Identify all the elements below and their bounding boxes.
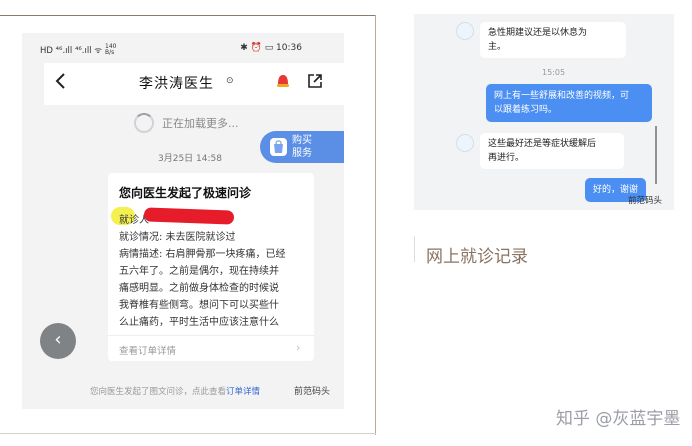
loading-spinner-icon <box>134 113 154 133</box>
status-left: HD ⁴⁶.ıll ⁴⁶.ıll ᯤ 140 B/s <box>40 44 116 56</box>
gift-bell-icon[interactable] <box>275 72 291 89</box>
chat-scrollbar[interactable] <box>655 126 657 184</box>
buy-service-line2: 服务 <box>292 148 312 159</box>
phone-screenshot: HD ⁴⁶.ıll ⁴⁶.ıll ᯤ 140 B/s ✱ ⏰ ▭ 10:36 李… <box>22 33 344 409</box>
doctor-title: 李洪涛医生 <box>139 76 214 92</box>
card-title: 您向医生发起了极速问诊 <box>119 186 252 200</box>
description-line-3: 痛感明显。之前做身体检查的时候说 <box>119 283 279 294</box>
status-right: ✱ ⏰ ▭ 10:36 <box>240 43 302 53</box>
incoming-message-1: 急性期建议还是以休息为 主。 <box>480 22 626 58</box>
back-arrow-icon[interactable] <box>54 72 74 92</box>
chevron-right-icon: › <box>296 341 301 354</box>
card-divider <box>108 335 314 336</box>
frame-bottom-line <box>0 433 376 434</box>
consultation-card[interactable]: 您向医生发起了极速问诊 就诊人 就诊情况: 未去医院就诊过 病情描述: 右肩胛骨… <box>108 173 314 361</box>
zhihu-watermark: 知乎 @灰蓝宇墨 <box>556 409 681 429</box>
description-line-1: 病情描述: 右肩胛骨那一块疼痛，已经 <box>119 249 286 260</box>
status-time: ✱ ⏰ ▭ 10:36 <box>240 43 302 53</box>
incoming-message-2: 这些最好还是等症状缓解后 再进行。 <box>480 133 624 169</box>
msg3-line2: 再进行。 <box>488 153 525 163</box>
share-icon[interactable] <box>307 73 323 89</box>
nav-bar: 李洪涛医生 ⊙ <box>44 63 344 105</box>
buy-service-label: 购买 服务 <box>292 134 312 160</box>
caption-text: 网上就诊记录 <box>426 247 528 267</box>
msg1-line2: 主。 <box>488 42 507 52</box>
red-redaction-mark <box>143 207 235 225</box>
visit-status: 就诊情况: 未去医院就诊过 <box>119 232 236 243</box>
bottom-note-text: 您向医生发起了图文问诊，点此查看 <box>90 387 227 397</box>
status-bar: HD ⁴⁶.ıll ⁴⁶.ıll ᯤ 140 B/s ✱ ⏰ ▭ 10:36 <box>22 33 344 63</box>
network-speed: 140 B/s <box>105 43 117 56</box>
msg2-line2: 以跟着练习吗。 <box>494 105 558 115</box>
frame-right-line <box>375 15 376 435</box>
message-date: 3月25日 14:58 <box>158 154 222 164</box>
outgoing-message-1: 网上有一些舒展和改善的视频，可 以跟着练习吗。 <box>486 84 652 122</box>
watermark-left: 前范码头 <box>294 387 331 397</box>
caption-line <box>414 236 415 262</box>
msg1-line1: 急性期建议还是以休息为 <box>488 28 588 38</box>
loading-text: 正在加载更多... <box>162 117 239 130</box>
description-line-2: 五六年了。之前是偶尔，现在持续并 <box>119 266 279 277</box>
buy-service-line1: 购买 <box>292 135 312 146</box>
buy-service-button[interactable]: 购买 服务 <box>260 131 344 163</box>
service-bag-icon <box>270 138 287 156</box>
description-line-4: 我脊椎有些侧弯。想问下可以买些什 <box>119 300 279 311</box>
verified-badge-icon: ⊙ <box>226 76 234 86</box>
order-detail-link[interactable]: 订单详情 <box>226 387 260 397</box>
msg2-line1: 网上有一些舒展和改善的视频，可 <box>494 91 630 101</box>
signal-indicators: HD ⁴⁶.ıll ⁴⁶.ıll ᯤ <box>40 45 103 56</box>
msg3-line1: 这些最好还是等症状缓解后 <box>488 139 597 149</box>
previous-arrow-button[interactable]: ‹ <box>40 323 76 359</box>
view-order-link[interactable]: 查看订单详情 <box>119 343 176 357</box>
bottom-note: 您向医生发起了图文问诊，点此查看订单详情 <box>90 385 260 397</box>
chat-timestamp: 15:05 <box>542 68 566 77</box>
doctor-avatar-icon <box>456 22 474 40</box>
frame-top-line <box>0 15 375 16</box>
chat-screenshot: 急性期建议还是以休息为 主。 15:05 网上有一些舒展和改善的视频，可 以跟着… <box>414 14 674 210</box>
doctor-avatar-icon-2 <box>456 134 474 152</box>
description-line-5: 么止痛药，平时生活中应该注意什么 <box>119 317 279 328</box>
loading-indicator: 正在加载更多... <box>134 113 239 133</box>
watermark-right: 前范码头 <box>628 196 663 206</box>
